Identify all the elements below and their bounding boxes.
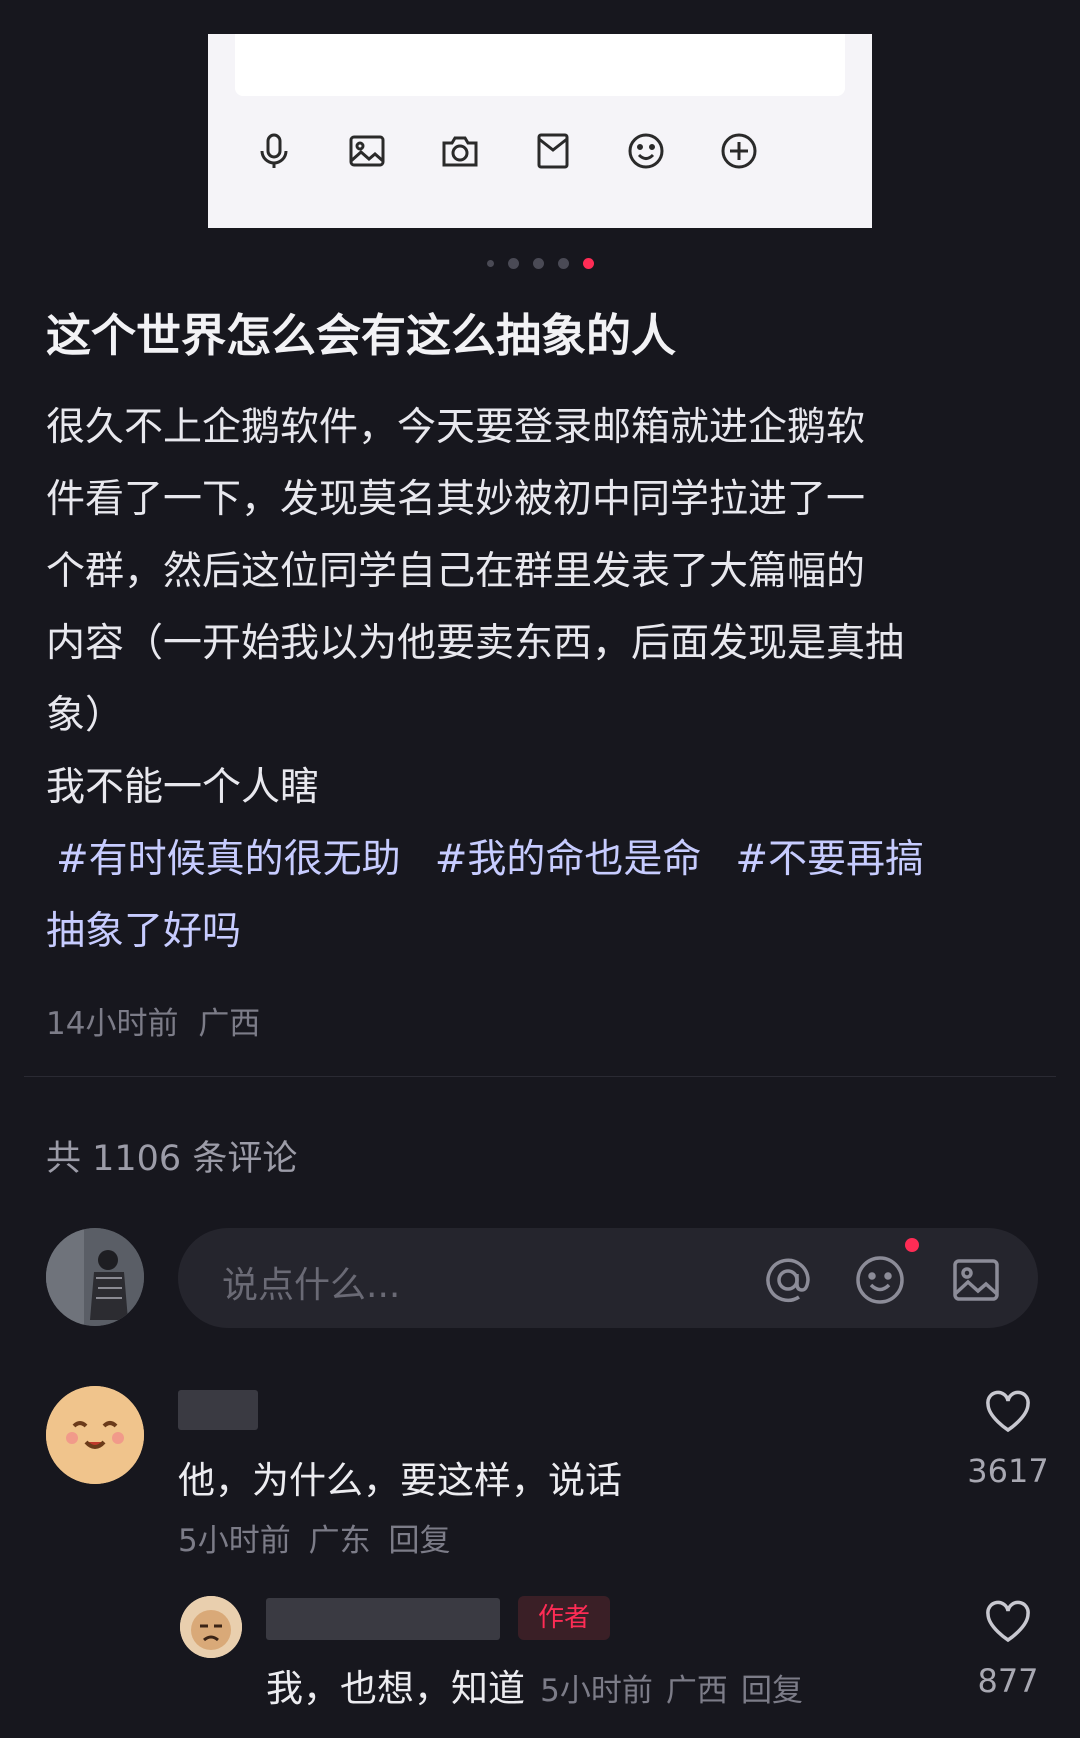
comment-time: 5小时前 [178,1523,291,1559]
comment-input-placeholder: 说点什么... [222,1265,401,1306]
emoji-icon [626,131,666,171]
like-count: 877 [977,1662,1039,1700]
comment-location: 广东 [308,1523,371,1559]
hashtag-link[interactable]: #有时候真的很无助 [56,837,401,882]
post-tags-continued: 抽象了好吗 [46,896,1036,968]
plus-circle-icon [719,131,759,171]
like-count: 3617 [967,1452,1049,1490]
heart-icon [986,1600,1030,1643]
post-body-line: 内容（一开始我以为他要卖东西，后面发现是真抽 [46,621,905,666]
comment-time: 5小时前 [540,1673,653,1709]
post-body: 很久不上企鹅软件，今天要登录邮箱就进企鹅软 件看了一下，发现莫名其妙被初中同学拉… [46,392,1036,968]
microphone-icon [254,131,294,171]
post-location: 广西 [198,1006,261,1042]
comment-meta: 5小时前 广东 回复 [178,1515,450,1560]
notification-dot [905,1238,919,1252]
like-button[interactable] [984,1600,1032,1648]
author-avatar[interactable] [180,1596,242,1658]
comment-location: 广西 [665,1673,728,1709]
comment-text: 我，也想，知道 [266,1667,525,1710]
embedded-screenshot [208,34,872,228]
post-body-line: 我不能一个人瞎 [46,765,320,810]
embedded-toolbar [208,131,872,171]
embedded-input-field [235,34,845,96]
carousel-dot [532,257,544,269]
post-body-line: 件看了一下，发现莫名其妙被初中同学拉进了一 [46,477,866,522]
post-body-line: 很久不上企鹅软件，今天要登录邮箱就进企鹅软 [46,405,866,450]
carousel-indicator [0,256,1080,270]
post-meta: 14小时前 广西 [46,998,260,1043]
image-icon [347,131,387,171]
emoji-icon[interactable] [854,1254,906,1306]
post-title: 这个世界怎么会有这么抽象的人 [46,309,677,362]
reply-button[interactable]: 回复 [741,1673,803,1709]
like-button[interactable] [984,1390,1032,1438]
post-time: 14小时前 [46,1006,179,1042]
comment-text: 他，为什么，要这样，说话 [178,1459,622,1502]
post-body-line: 个群，然后这位同学自己在群里发表了大篇幅的 [46,549,866,594]
at-icon[interactable] [762,1254,814,1306]
heart-icon [986,1390,1030,1433]
image-icon[interactable] [950,1254,1002,1306]
hashtag-link[interactable]: #我的命也是命 [435,837,702,882]
carousel-dot [486,259,494,267]
comment-count: 共 1106 条评论 [46,1139,298,1179]
commenter-avatar[interactable] [46,1386,144,1484]
carousel-dot-active [582,257,594,269]
camera-icon [440,131,480,171]
comment-input[interactable]: 说点什么... [178,1228,1038,1328]
carousel-dot [557,257,569,269]
carousel-dot [507,257,519,269]
author-badge: 作者 [518,1596,610,1640]
reply-row: 我，也想，知道 5小时前 广西 回复 [266,1658,803,1712]
divider [24,1076,1056,1077]
post-body-line: 象） [46,693,125,738]
commenter-name[interactable] [178,1390,258,1430]
hashtag-link[interactable]: #不要再搞 [735,837,924,882]
reply-button[interactable]: 回复 [388,1523,450,1559]
mail-icon [533,131,573,171]
hashtag-link[interactable]: 抽象了好吗 [46,909,241,954]
my-avatar[interactable] [46,1228,144,1326]
post-tags: #有时候真的很无助 #我的命也是命 #不要再搞 [46,824,1036,896]
author-name[interactable] [266,1598,500,1640]
